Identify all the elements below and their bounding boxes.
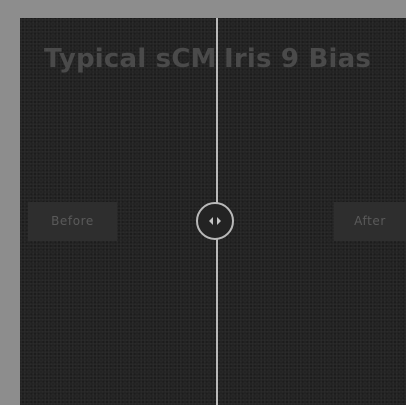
before-title: Typical sCMO [44,44,216,74]
before-image-pane: Typical sCMO [20,18,216,118]
slider-handle[interactable] [196,202,234,240]
after-title: Iris 9 Bias [224,44,372,74]
after-image-pane: Iris 9 Bias [222,18,406,118]
before-label: Before [28,202,117,241]
after-label: After [334,202,406,241]
image-comparison-viewer[interactable]: Typical sCMO Iris 9 Bias Before After [20,18,406,405]
